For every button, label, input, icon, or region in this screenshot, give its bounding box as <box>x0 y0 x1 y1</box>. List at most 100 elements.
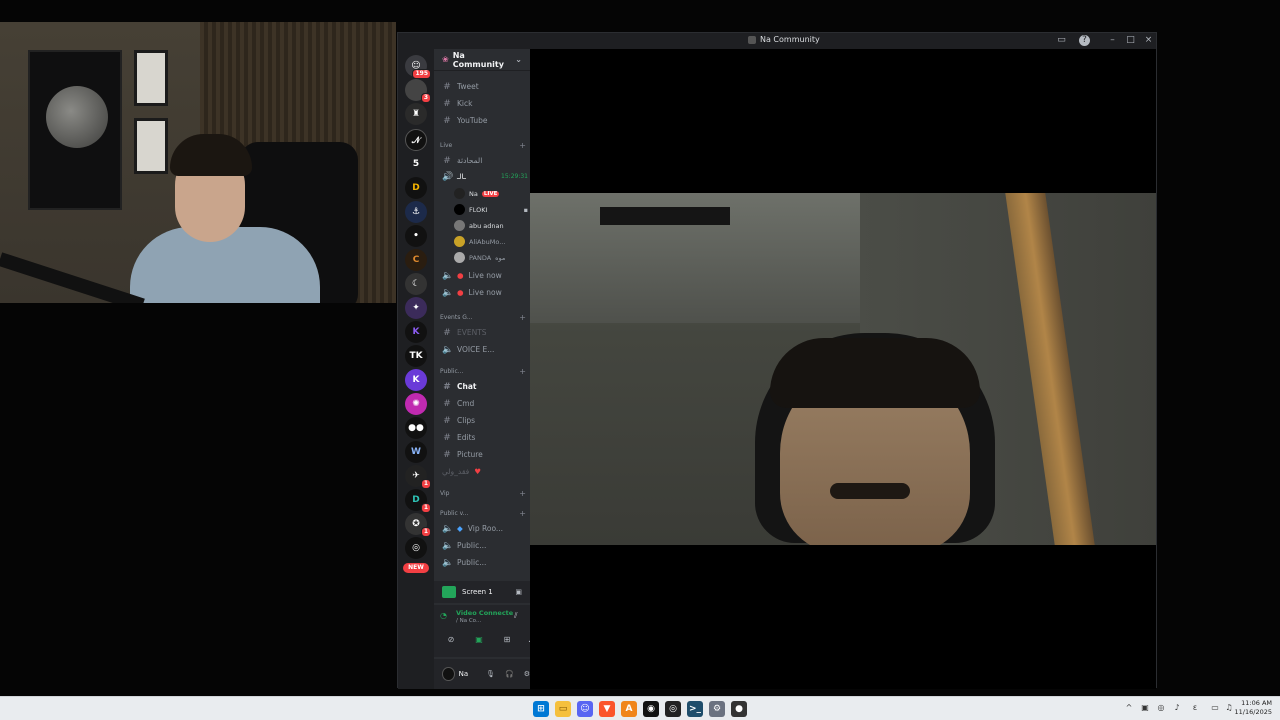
start-menu-icon[interactable]: ⊞ <box>533 701 549 717</box>
add-channel-icon[interactable]: + <box>519 489 526 498</box>
server-boost-icon: ❀ <box>442 55 449 64</box>
server-icon[interactable]: ⚓ <box>405 201 427 223</box>
minimize-icon[interactable]: – <box>1107 35 1118 46</box>
terminal-icon[interactable]: >_ <box>687 701 703 717</box>
server-icon-na-community[interactable]: 𝒩 <box>405 129 427 151</box>
clock[interactable]: 11:06 AM 11/16/2025 <box>1235 699 1272 717</box>
voice-user[interactable]: AliAbuMo... <box>454 234 528 249</box>
direct-messages-icon[interactable]: ☺ 195 <box>405 55 431 79</box>
server-folder-icon[interactable]: 5 <box>405 153 427 175</box>
avatar <box>454 236 465 247</box>
activities-icon[interactable]: ⊞ <box>498 635 516 649</box>
channel-edits[interactable]: # Edits <box>438 430 528 445</box>
obs-icon[interactable]: ◎ <box>665 701 681 717</box>
stop-stream-icon[interactable]: ▣ <box>515 588 522 596</box>
tray-mic-icon[interactable]: ♪ <box>1172 703 1182 713</box>
app-icon[interactable]: A <box>621 701 637 717</box>
voice-channel-live-now[interactable]: 🔈 ● Live now <box>438 268 528 283</box>
tray-app-icon[interactable]: ◎ <box>1156 703 1166 713</box>
settings-icon[interactable]: ⚙ <box>709 701 725 717</box>
add-channel-icon[interactable]: + <box>519 313 526 322</box>
screen-share-icon <box>442 586 456 598</box>
server-icon[interactable]: TK <box>405 345 427 367</box>
microphone-icon[interactable]: 🎙 <box>486 670 495 678</box>
server-header[interactable]: ❀ Na Community ⌄ <box>434 49 530 71</box>
voice-channel-public[interactable]: 🔈 Public... <box>438 538 528 553</box>
server-icon[interactable]: ☾ <box>405 273 427 295</box>
server-icon[interactable]: ✈ 1 <box>405 465 431 489</box>
volume-icon[interactable]: ♫ <box>1224 703 1234 713</box>
clock-date: 11/16/2025 <box>1234 708 1272 716</box>
voice-user[interactable]: PANDA موه <box>454 250 528 265</box>
screen-share-button[interactable]: ▣ <box>470 635 488 649</box>
voice-status[interactable]: Video Connecte <box>456 609 513 617</box>
server-icon[interactable]: • <box>405 225 427 247</box>
app-icon[interactable]: ● <box>731 701 747 717</box>
server-icon[interactable]: ●● <box>405 417 427 439</box>
channel-arabic[interactable]: # المحادثة <box>438 153 528 168</box>
server-name: Na Community <box>452 50 504 69</box>
stream-viewer[interactable] <box>530 49 1156 689</box>
hashtag-icon: # <box>443 449 451 460</box>
voice-user[interactable]: FLOKI ▪ <box>454 202 528 217</box>
channel-cmd[interactable]: # Cmd <box>438 396 528 411</box>
help-icon[interactable]: ? <box>1079 35 1090 46</box>
voice-user[interactable]: abu adnan <box>454 218 528 233</box>
server-icon[interactable]: ♜ <box>405 103 427 125</box>
category-public-voice[interactable]: Public v... + <box>440 507 526 519</box>
category-vip[interactable]: Vip + <box>440 487 526 499</box>
voice-user[interactable]: Na LIVE <box>454 186 528 201</box>
server-icon[interactable]: C <box>405 249 427 271</box>
channel-arabic-2[interactable]: فقد_ولي ♥ <box>438 464 528 479</box>
server-icon[interactable]: W <box>405 441 427 463</box>
server-icon[interactable]: ✦ <box>405 297 427 319</box>
maximize-icon[interactable]: □ <box>1125 35 1136 46</box>
file-explorer-icon[interactable]: ▭ <box>555 701 571 717</box>
channel-picture[interactable]: # Picture <box>438 447 528 462</box>
server-icon[interactable]: ✺ <box>405 393 427 415</box>
discord-icon[interactable]: ☺ <box>577 701 593 717</box>
add-channel-icon[interactable]: + <box>519 509 526 518</box>
category-live[interactable]: Live + <box>440 139 526 151</box>
server-icon[interactable]: ✪ 1 <box>405 513 431 537</box>
voice-channel-public[interactable]: 🔈 Public... <box>438 555 528 570</box>
show-hidden-icons[interactable]: ^ <box>1124 703 1134 713</box>
server-icon[interactable]: 3 <box>405 79 431 103</box>
server-icon[interactable]: D <box>405 177 427 199</box>
tray-display-icon[interactable]: ▭ <box>1210 703 1220 713</box>
category-events[interactable]: Events G... + <box>440 311 526 323</box>
server-icon[interactable]: K <box>405 321 427 343</box>
hashtag-icon: # <box>443 81 451 92</box>
noise-suppression-icon[interactable]: ⫽ <box>514 611 518 621</box>
camera-off-icon[interactable]: ⊘ <box>442 635 460 649</box>
stream-video[interactable] <box>530 193 1156 545</box>
server-icon[interactable]: ◎ <box>405 537 427 559</box>
add-channel-icon[interactable]: + <box>519 141 526 150</box>
avatar[interactable] <box>442 667 455 681</box>
channel-clips[interactable]: # Clips <box>438 413 528 428</box>
voice-channel-live[interactable]: 🔊 ـالـ 15:29:31 <box>438 169 528 184</box>
inbox-icon[interactable]: ▭ <box>1056 35 1067 46</box>
category-public[interactable]: Public... + <box>440 365 526 377</box>
channel-kick[interactable]: # Kick <box>438 96 528 111</box>
voice-channel-events[interactable]: 🔈 VOICE E... <box>438 342 528 357</box>
headphones-icon[interactable]: 🎧 <box>505 670 514 678</box>
voice-channel-name[interactable]: / Na Co... <box>456 618 481 624</box>
tray-app-icon[interactable]: ε <box>1190 703 1200 713</box>
server-icon[interactable]: K <box>405 369 427 391</box>
channel-chat[interactable]: # Chat <box>438 379 528 394</box>
brave-icon[interactable]: ▼ <box>599 701 615 717</box>
voice-channel-live-now[interactable]: 🔈 ● Live now <box>438 285 528 300</box>
server-icon[interactable]: D1 <box>405 489 431 513</box>
app-icon[interactable]: ◉ <box>643 701 659 717</box>
stream-panel[interactable]: Screen 1 ▣ <box>434 581 530 603</box>
channel-events[interactable]: # EVENTS <box>438 325 528 340</box>
voice-channel-vip[interactable]: 🔈 ◆ Vip Roo... <box>438 521 528 536</box>
close-icon[interactable]: × <box>1143 35 1154 46</box>
add-channel-icon[interactable]: + <box>519 367 526 376</box>
channel-tweet[interactable]: # Tweet <box>438 79 528 94</box>
new-badge[interactable]: NEW <box>403 563 429 573</box>
user-name[interactable]: Na <box>459 670 469 678</box>
channel-youtube[interactable]: # YouTube <box>438 113 528 128</box>
tray-app-icon[interactable]: ▣ <box>1140 703 1150 713</box>
